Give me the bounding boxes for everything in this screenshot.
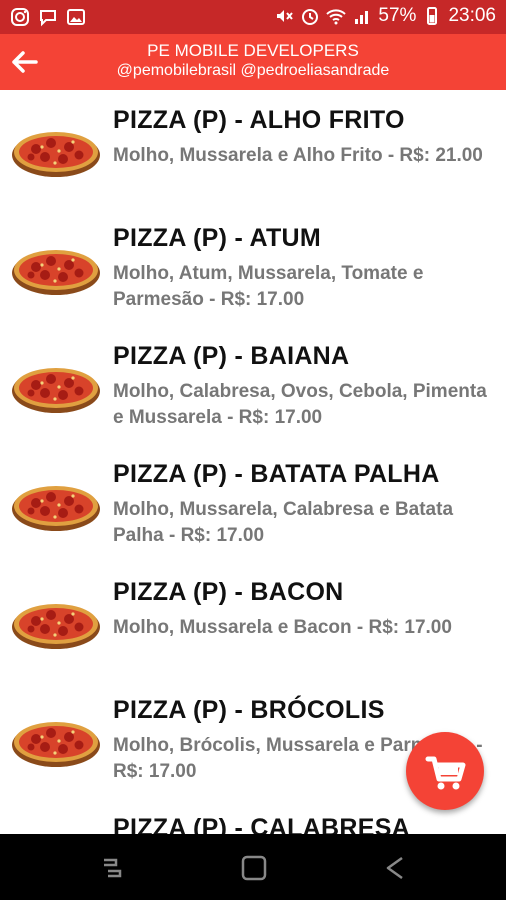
clock: 23:06: [448, 5, 496, 26]
instagram-icon: [11, 8, 29, 26]
status-bar: 57% 23:06: [0, 0, 506, 34]
system-icons: 57% 23:06: [274, 5, 496, 27]
product-name: PIZZA (P) - ATUM: [113, 224, 321, 252]
pizza-icon: [12, 722, 100, 767]
app-title: PE MOBILE DEVELOPERS: [147, 41, 359, 60]
battery-percent: 57%: [378, 5, 417, 26]
product-name: PIZZA (P) - BAIANA: [113, 342, 350, 370]
product-description: Molho, Mussarela e Alho Frito - R$: 21.0…: [113, 145, 483, 166]
product-description: Molho, Calabresa, Ovos, Cebola, Pimenta …: [113, 381, 487, 428]
pizza-icon: [12, 604, 100, 649]
wifi-icon: [326, 9, 347, 25]
product-name: PIZZA (P) - BATATA PALHA: [113, 460, 440, 488]
notification-icons: [10, 7, 86, 27]
product-name: PIZZA (P) - BRÓCOLIS: [113, 696, 385, 724]
alarm-icon: [302, 9, 319, 25]
pizza-icon: [12, 368, 100, 413]
list-item[interactable]: PIZZA (P) - BATATA PALHA Molho, Mussarel…: [0, 444, 506, 562]
product-name: PIZZA (P) - CALABRESA: [113, 814, 411, 834]
product-name: PIZZA (P) - BACON: [113, 578, 344, 606]
pizza-icon: [12, 486, 100, 531]
product-list: PIZZA (P) - ALHO FRITO Molho, Mussarela …: [0, 90, 506, 834]
recents-icon[interactable]: [98, 854, 126, 882]
app-subtitle: @pemobilebrasil @pedroeliasandrade: [116, 62, 390, 79]
product-description: Molho, Mussarela, Calabresa e Batata Pal…: [113, 499, 454, 546]
pizza-icon: [12, 132, 100, 177]
list-item[interactable]: PIZZA (P) - ATUM Molho, Atum, Mussarela,…: [0, 208, 506, 326]
list-item[interactable]: PIZZA (P) - ALHO FRITO Molho, Mussarela …: [0, 90, 506, 208]
app-bar: PE MOBILE DEVELOPERS @pemobilebrasil @pe…: [0, 34, 506, 90]
list-item[interactable]: PIZZA (P) - BACON Molho, Mussarela e Bac…: [0, 562, 506, 680]
product-name: PIZZA (P) - ALHO FRITO: [113, 106, 405, 134]
shopping-cart-icon: [425, 756, 466, 790]
list-item[interactable]: PIZZA (P) - BAIANA Molho, Calabresa, Ovo…: [0, 326, 506, 444]
app-bar-titles: PE MOBILE DEVELOPERS @pemobilebrasil @pe…: [0, 41, 506, 81]
signal-icon: [355, 11, 369, 24]
pizza-icon: [12, 250, 100, 295]
back-nav-icon[interactable]: [382, 854, 410, 882]
chat-icon: [40, 10, 56, 27]
product-description: Molho, Mussarela e Bacon - R$: 17.00: [113, 617, 452, 638]
home-icon[interactable]: [240, 854, 268, 882]
gallery-icon: [67, 9, 85, 25]
mute-icon: [277, 10, 294, 22]
battery-icon: [427, 7, 438, 25]
system-nav-bar: [0, 834, 506, 900]
product-description: Molho, Atum, Mussarela, Tomate e Parmesã…: [113, 263, 424, 310]
cart-button[interactable]: [406, 732, 484, 810]
